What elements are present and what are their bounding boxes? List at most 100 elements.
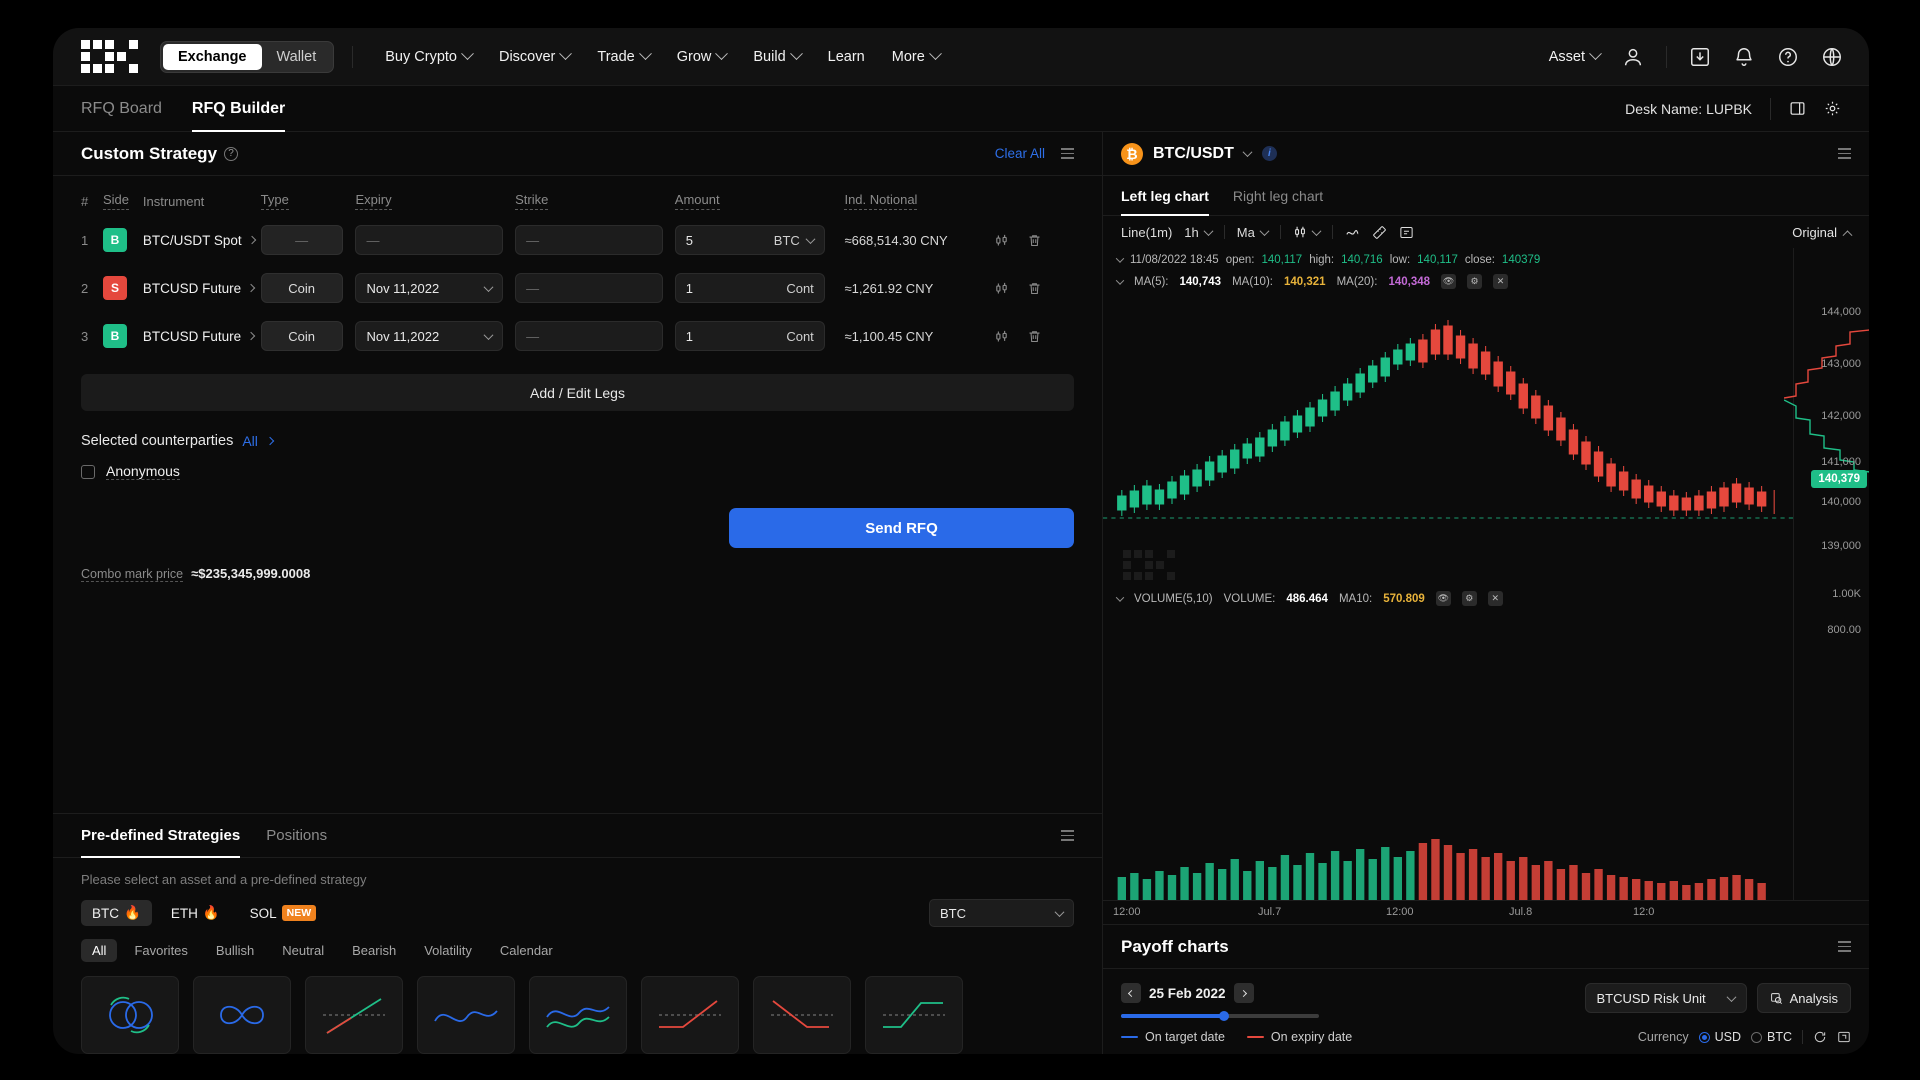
candlestick-chart-icon[interactable] [994, 329, 1009, 344]
strategy-card-circles[interactable] [81, 976, 179, 1054]
collapse-icon[interactable] [1115, 254, 1125, 263]
filter-favorites[interactable]: Favorites [123, 939, 198, 962]
notifications-bell-icon[interactable] [1733, 46, 1755, 68]
slider-handle[interactable] [1218, 1011, 1229, 1021]
amount-unit-selector[interactable]: BTC [774, 233, 816, 248]
analysis-button[interactable]: Analysis [1756, 983, 1851, 1013]
strategy-card-put-spread[interactable] [753, 976, 851, 1054]
strategy-card-infinity[interactable] [193, 976, 291, 1054]
expiry-field[interactable]: Nov 11,2022 [355, 273, 504, 303]
add-edit-legs-button[interactable]: Add / Edit Legs [81, 374, 1074, 411]
fullscreen-chart-icon[interactable] [1399, 225, 1414, 240]
strike-field[interactable]: — [515, 273, 664, 303]
price-axis[interactable]: 144,000 143,000 142,000 141,000 140,000 … [1784, 248, 1869, 900]
asset-chip-sol[interactable]: SOL NEW [239, 900, 328, 926]
asset-select-dropdown[interactable]: BTC [929, 899, 1074, 927]
time-axis[interactable]: 12:00 Jul.7 12:00 Jul.8 12:0 [1103, 900, 1869, 924]
filter-all[interactable]: All [81, 939, 118, 962]
strategy-card-double-wave[interactable] [529, 976, 627, 1054]
delete-row-icon[interactable] [1027, 329, 1042, 344]
counterparties-value[interactable]: All [242, 433, 258, 449]
chevron-down-icon[interactable] [1242, 147, 1253, 158]
tab-right-leg-chart[interactable]: Right leg chart [1233, 176, 1323, 216]
currency-option-usd[interactable]: USD [1698, 1030, 1741, 1044]
filter-bearish[interactable]: Bearish [341, 939, 407, 962]
nav-item-trade[interactable]: Trade [597, 47, 652, 65]
amount-field[interactable]: 1 Cont [674, 321, 825, 351]
help-tooltip-icon[interactable]: ? [224, 146, 239, 161]
candlestick-chart-icon[interactable] [994, 233, 1009, 248]
asset-chip-eth[interactable]: ETH 🔥 [160, 900, 231, 926]
strategy-card-wave[interactable] [417, 976, 515, 1054]
ma-indicator-selector[interactable]: Ma [1237, 225, 1270, 240]
type-field[interactable]: Coin [260, 273, 343, 303]
previous-date-button[interactable] [1121, 983, 1141, 1003]
strategy-card-long-diagonal[interactable] [305, 976, 403, 1054]
instrument-selector[interactable]: BTCUSD Future [143, 281, 261, 296]
nav-item-more[interactable]: More [892, 47, 942, 65]
chart-menu-icon[interactable] [1838, 148, 1851, 159]
line-tool-icon[interactable] [1345, 225, 1360, 240]
strategy-card-call-spread[interactable] [641, 976, 739, 1054]
indicator-settings-icon[interactable]: ⚙ [1467, 274, 1483, 289]
price-chart[interactable]: 11/08/2022 18:45 open: 140,117 high: 140… [1103, 248, 1869, 900]
anonymous-checkbox[interactable] [81, 464, 95, 479]
close-icon[interactable]: ✕ [1493, 274, 1509, 289]
close-icon[interactable]: ✕ [1487, 591, 1503, 606]
expiry-field[interactable]: — [355, 225, 504, 255]
delete-row-icon[interactable] [1027, 233, 1042, 248]
asset-chip-btc[interactable]: BTC 🔥 [81, 900, 152, 926]
filter-neutral[interactable]: Neutral [271, 939, 335, 962]
currency-option-btc[interactable]: BTC [1751, 1030, 1792, 1044]
type-field[interactable]: — [260, 225, 343, 255]
filter-calendar[interactable]: Calendar [489, 939, 564, 962]
info-icon[interactable]: i [1261, 146, 1277, 161]
okx-logo[interactable] [81, 40, 138, 73]
ruler-icon[interactable] [1372, 225, 1387, 240]
delete-row-icon[interactable] [1027, 281, 1042, 296]
strike-field[interactable]: — [515, 321, 664, 351]
side-badge[interactable]: B [102, 228, 127, 252]
candle-style-selector[interactable] [1293, 225, 1322, 239]
send-rfq-button[interactable]: Send RFQ [729, 508, 1074, 548]
filter-volatility[interactable]: Volatility [413, 939, 483, 962]
payoff-menu-icon[interactable] [1838, 941, 1851, 952]
download-icon[interactable] [1689, 46, 1711, 68]
strategy-menu-icon[interactable] [1061, 148, 1074, 159]
eye-icon[interactable]: 👁 [1435, 591, 1451, 606]
segment-exchange[interactable]: Exchange [163, 43, 262, 70]
help-icon[interactable] [1777, 46, 1799, 68]
instrument-selector[interactable]: BTC/USDT Spot [143, 233, 261, 248]
tab-rfq-builder[interactable]: RFQ Builder [191, 86, 286, 132]
original-view-toggle[interactable]: Original [1792, 225, 1853, 240]
expiry-field[interactable]: Nov 11,2022 [355, 321, 504, 351]
strike-field[interactable]: — [515, 225, 664, 255]
candlestick-chart-icon[interactable] [994, 281, 1009, 296]
chart-type-selector[interactable]: Line(1m) [1121, 225, 1172, 240]
filter-bullish[interactable]: Bullish [205, 939, 265, 962]
expand-icon[interactable] [1837, 1030, 1851, 1044]
refresh-icon[interactable] [1813, 1030, 1827, 1044]
layout-icon[interactable] [1789, 100, 1806, 117]
date-slider[interactable] [1121, 1011, 1319, 1021]
amount-field[interactable]: 5 BTC [674, 225, 825, 255]
nav-item-grow[interactable]: Grow [677, 47, 729, 65]
settings-gear-icon[interactable] [1824, 100, 1841, 117]
nav-item-discover[interactable]: Discover [499, 47, 573, 65]
language-globe-icon[interactable] [1821, 46, 1843, 68]
user-account-icon[interactable] [1622, 46, 1644, 68]
exchange-wallet-toggle[interactable]: Exchange Wallet [160, 40, 335, 73]
tab-left-leg-chart[interactable]: Left leg chart [1121, 176, 1209, 216]
collapse-icon[interactable] [1115, 592, 1125, 602]
strategy-card-capped-call[interactable] [865, 976, 963, 1054]
nav-item-learn[interactable]: Learn [828, 49, 865, 65]
asset-menu[interactable]: Asset [1549, 47, 1602, 65]
amount-field[interactable]: 1 Cont [674, 273, 825, 303]
next-date-button[interactable] [1233, 983, 1254, 1003]
tab-rfq-board[interactable]: RFQ Board [81, 86, 162, 132]
risk-unit-dropdown[interactable]: BTCUSD Risk Unit [1584, 983, 1747, 1013]
eye-icon[interactable]: 👁 [1441, 274, 1457, 289]
type-field[interactable]: Coin [260, 321, 343, 351]
side-badge[interactable]: S [102, 276, 127, 300]
collapse-icon[interactable] [1115, 275, 1125, 285]
